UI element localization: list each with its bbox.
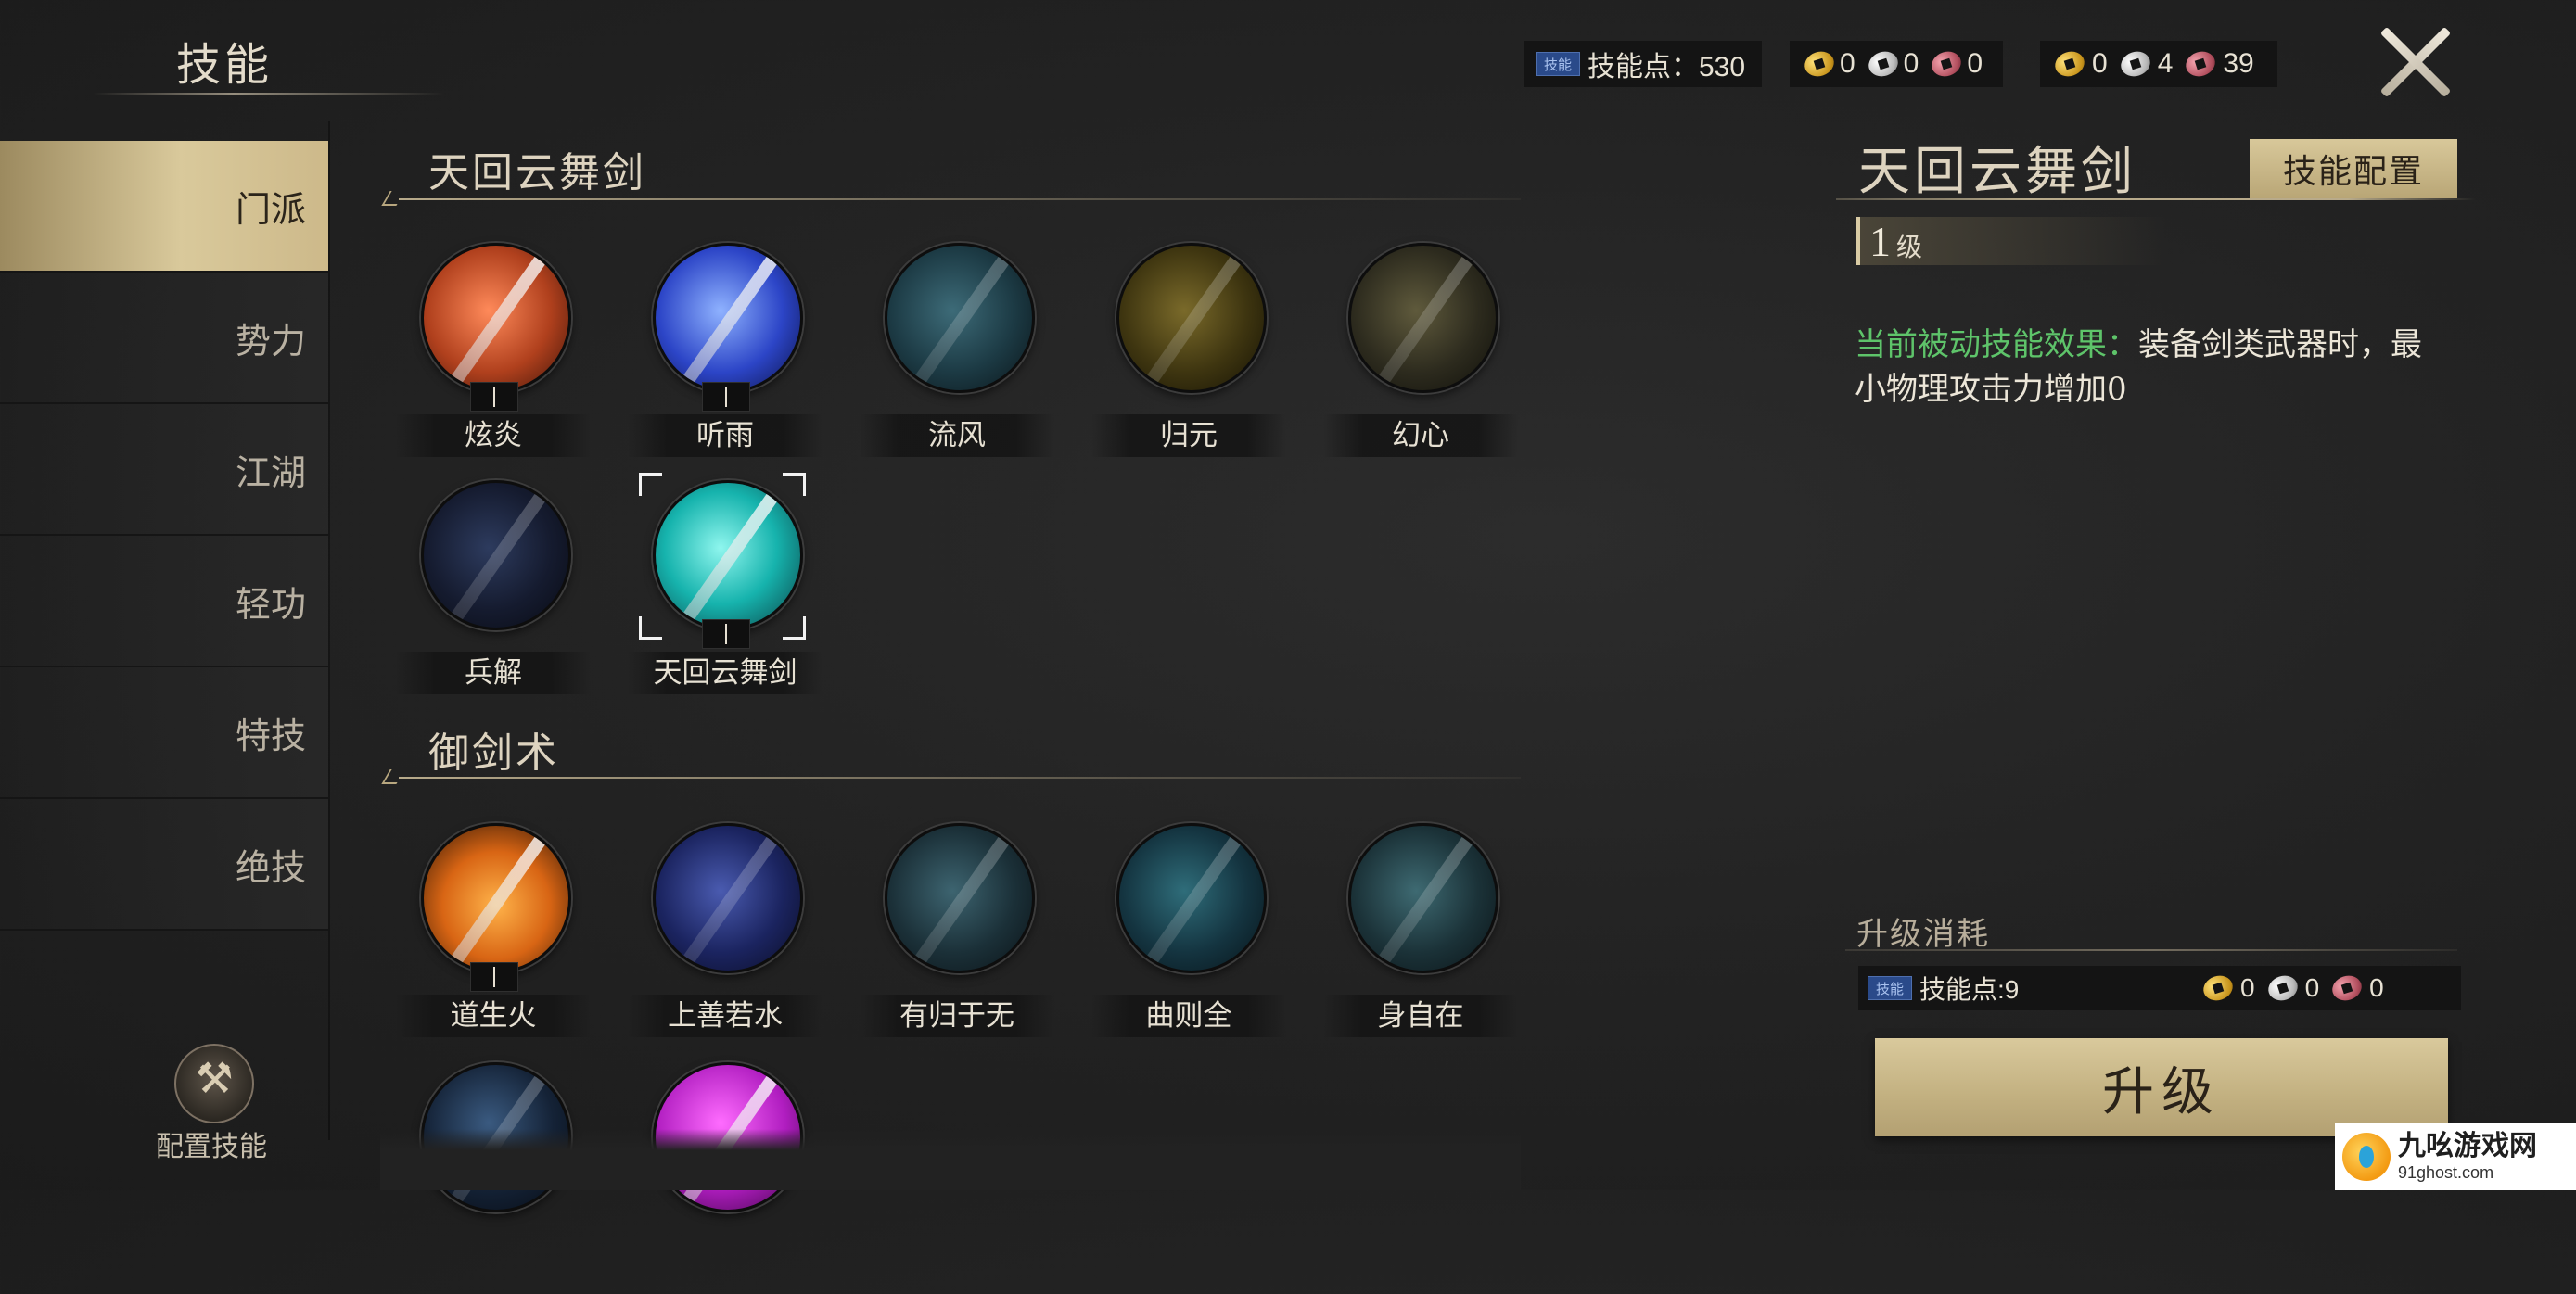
sword-skill-icon xyxy=(1348,243,1498,393)
skill-tianhui-yunwujian-selected[interactable]: 天回云舞剑 xyxy=(628,473,823,712)
sword-skill-icon xyxy=(653,480,803,630)
skill-name: 道生火 xyxy=(396,995,591,1037)
nav-divider xyxy=(328,121,330,1140)
skill-shangshanruoshui[interactable]: 上善若水 xyxy=(628,823,823,1055)
copper-coin-icon xyxy=(2328,974,2366,1002)
copper-amount: 0 xyxy=(1967,48,1983,79)
sword-skill-icon xyxy=(1116,823,1267,973)
skill-effect-description: 当前被动技能效果：装备剑类武器时，最小物理攻击力增加0 xyxy=(1855,323,2448,412)
gold-coin-icon xyxy=(1801,50,1836,78)
skill-level-number: 1 xyxy=(1869,217,1891,265)
upgrade-cost-title: 升级消耗 xyxy=(1856,916,1990,953)
skill-level-indicator xyxy=(470,962,518,992)
sidebar-item-qinggong[interactable]: 轻功 xyxy=(0,536,328,667)
skill-name: 炫炎 xyxy=(396,414,591,457)
sidebar-item-ultimate[interactable]: 绝技 xyxy=(0,799,328,931)
cost-divider xyxy=(1845,949,2457,951)
skill-points-label: 技能点：530 xyxy=(1588,52,1746,82)
skill-tag-icon: 技能 xyxy=(1536,52,1580,76)
cost-silver: 0 xyxy=(2304,973,2320,1002)
skill-config-button[interactable]: 技能配置 xyxy=(2250,139,2457,198)
skill-level-indicator xyxy=(702,619,750,649)
skill-name: 流风 xyxy=(860,414,1054,457)
bound-silver-amount: 4 xyxy=(2157,48,2174,79)
skill-level-indicator xyxy=(470,382,518,412)
bound-gold-coin-icon xyxy=(2051,50,2088,78)
section-divider xyxy=(399,198,1521,200)
skill-liufeng[interactable]: 流风 xyxy=(860,243,1054,475)
skill-name: 归元 xyxy=(1091,414,1286,457)
configure-skills-icon[interactable] xyxy=(174,1044,254,1123)
skill-bingjie[interactable]: 兵解 xyxy=(396,480,591,712)
upgrade-button[interactable]: 升级 xyxy=(1875,1038,2448,1136)
cost-gold: 0 xyxy=(2240,973,2255,1002)
skill-name: 上善若水 xyxy=(628,995,823,1037)
skill-level-bar: 1 级 xyxy=(1856,217,2166,265)
sword-skill-icon xyxy=(653,243,803,393)
sidebar-item-special[interactable]: 特技 xyxy=(0,667,328,799)
cost-skill-points: 技能点:9 xyxy=(1919,975,2020,1004)
fire-skill-icon xyxy=(421,823,571,973)
page-title: 技能 xyxy=(176,39,274,91)
detail-divider xyxy=(1836,198,2476,200)
sword-skill-icon xyxy=(653,823,803,973)
sword-skill-icon xyxy=(421,480,571,630)
skill-points-display: 技能 技能点：530 xyxy=(1524,41,1762,87)
skill-huanxin[interactable]: 幻心 xyxy=(1323,243,1518,475)
gold-coin-icon xyxy=(2200,974,2237,1002)
upgrade-cost-display: 技能 技能点:9 0 0 0 xyxy=(1858,966,2461,1010)
copper-coin-icon xyxy=(1928,50,1963,78)
sidebar-item-faction[interactable]: 势力 xyxy=(0,273,328,404)
skill-level-indicator xyxy=(702,382,750,412)
cost-copper: 0 xyxy=(2369,973,2384,1002)
bound-copper-amount: 39 xyxy=(2223,48,2254,79)
skill-name: 曲则全 xyxy=(1091,995,1286,1037)
scroll-fade xyxy=(380,1129,1521,1190)
bound-silver-coin-icon xyxy=(2117,50,2154,78)
skill-quzequan[interactable]: 曲则全 xyxy=(1091,823,1286,1055)
skill-name: 幻心 xyxy=(1323,414,1518,457)
sword-skill-icon xyxy=(1116,243,1267,393)
silver-coin-icon xyxy=(1865,50,1900,78)
skill-daoshenghuo[interactable]: 道生火 xyxy=(396,823,591,1055)
skill-name: 天回云舞剑 xyxy=(628,652,823,694)
sword-skill-icon xyxy=(885,243,1035,393)
sword-skill-icon xyxy=(1348,823,1498,973)
skill-guiyuan[interactable]: 归元 xyxy=(1091,243,1286,475)
skill-name: 有归于无 xyxy=(860,995,1054,1037)
section-title: 御剑术 xyxy=(428,729,559,777)
skill-name: 听雨 xyxy=(628,414,823,457)
section-title: 天回云舞剑 xyxy=(428,149,646,197)
section-divider xyxy=(399,777,1521,779)
skill-tingyu[interactable]: 听雨 xyxy=(628,243,823,475)
skill-tag-icon: 技能 xyxy=(1868,976,1912,1000)
skill-detail-title: 天回云舞剑 xyxy=(1858,142,2136,202)
watermark-name: 九吆游戏网 xyxy=(2398,1130,2537,1162)
skill-shenzizai[interactable]: 身自在 xyxy=(1323,823,1518,1055)
skill-youguiyuwu[interactable]: 有归于无 xyxy=(860,823,1054,1055)
skill-level-unit: 级 xyxy=(1896,232,1923,262)
bound-copper-coin-icon xyxy=(2182,50,2219,78)
watermark-url: 91ghost.com xyxy=(2398,1163,2494,1182)
silver-coin-icon xyxy=(2264,974,2302,1002)
gold-amount: 0 xyxy=(1839,48,1855,79)
sidebar-item-jianghu[interactable]: 江湖 xyxy=(0,404,328,536)
bound-currency-display: 0 4 39 xyxy=(2040,41,2277,87)
skill-name: 兵解 xyxy=(396,652,591,694)
title-divider xyxy=(93,93,445,95)
effect-label: 当前被动技能效果： xyxy=(1855,326,2138,363)
currency-display: 0 0 0 xyxy=(1790,41,2003,87)
configure-skills-label[interactable]: 配置技能 xyxy=(147,1123,276,1164)
sword-skill-icon xyxy=(421,243,571,393)
site-logo-icon xyxy=(2342,1133,2391,1181)
sidebar-item-sect[interactable]: 门派 xyxy=(0,141,328,273)
skill-name: 身自在 xyxy=(1323,995,1518,1037)
category-sidebar: 门派 势力 江湖 轻功 特技 绝技 xyxy=(0,141,328,938)
skill-xuanyan[interactable]: 炫炎 xyxy=(396,243,591,475)
silver-amount: 0 xyxy=(1903,48,1919,79)
bound-gold-amount: 0 xyxy=(2092,48,2108,79)
site-watermark: 九吆游戏网 91ghost.com xyxy=(2335,1123,2576,1190)
close-icon[interactable] xyxy=(2374,20,2457,104)
sword-skill-icon xyxy=(885,823,1035,973)
